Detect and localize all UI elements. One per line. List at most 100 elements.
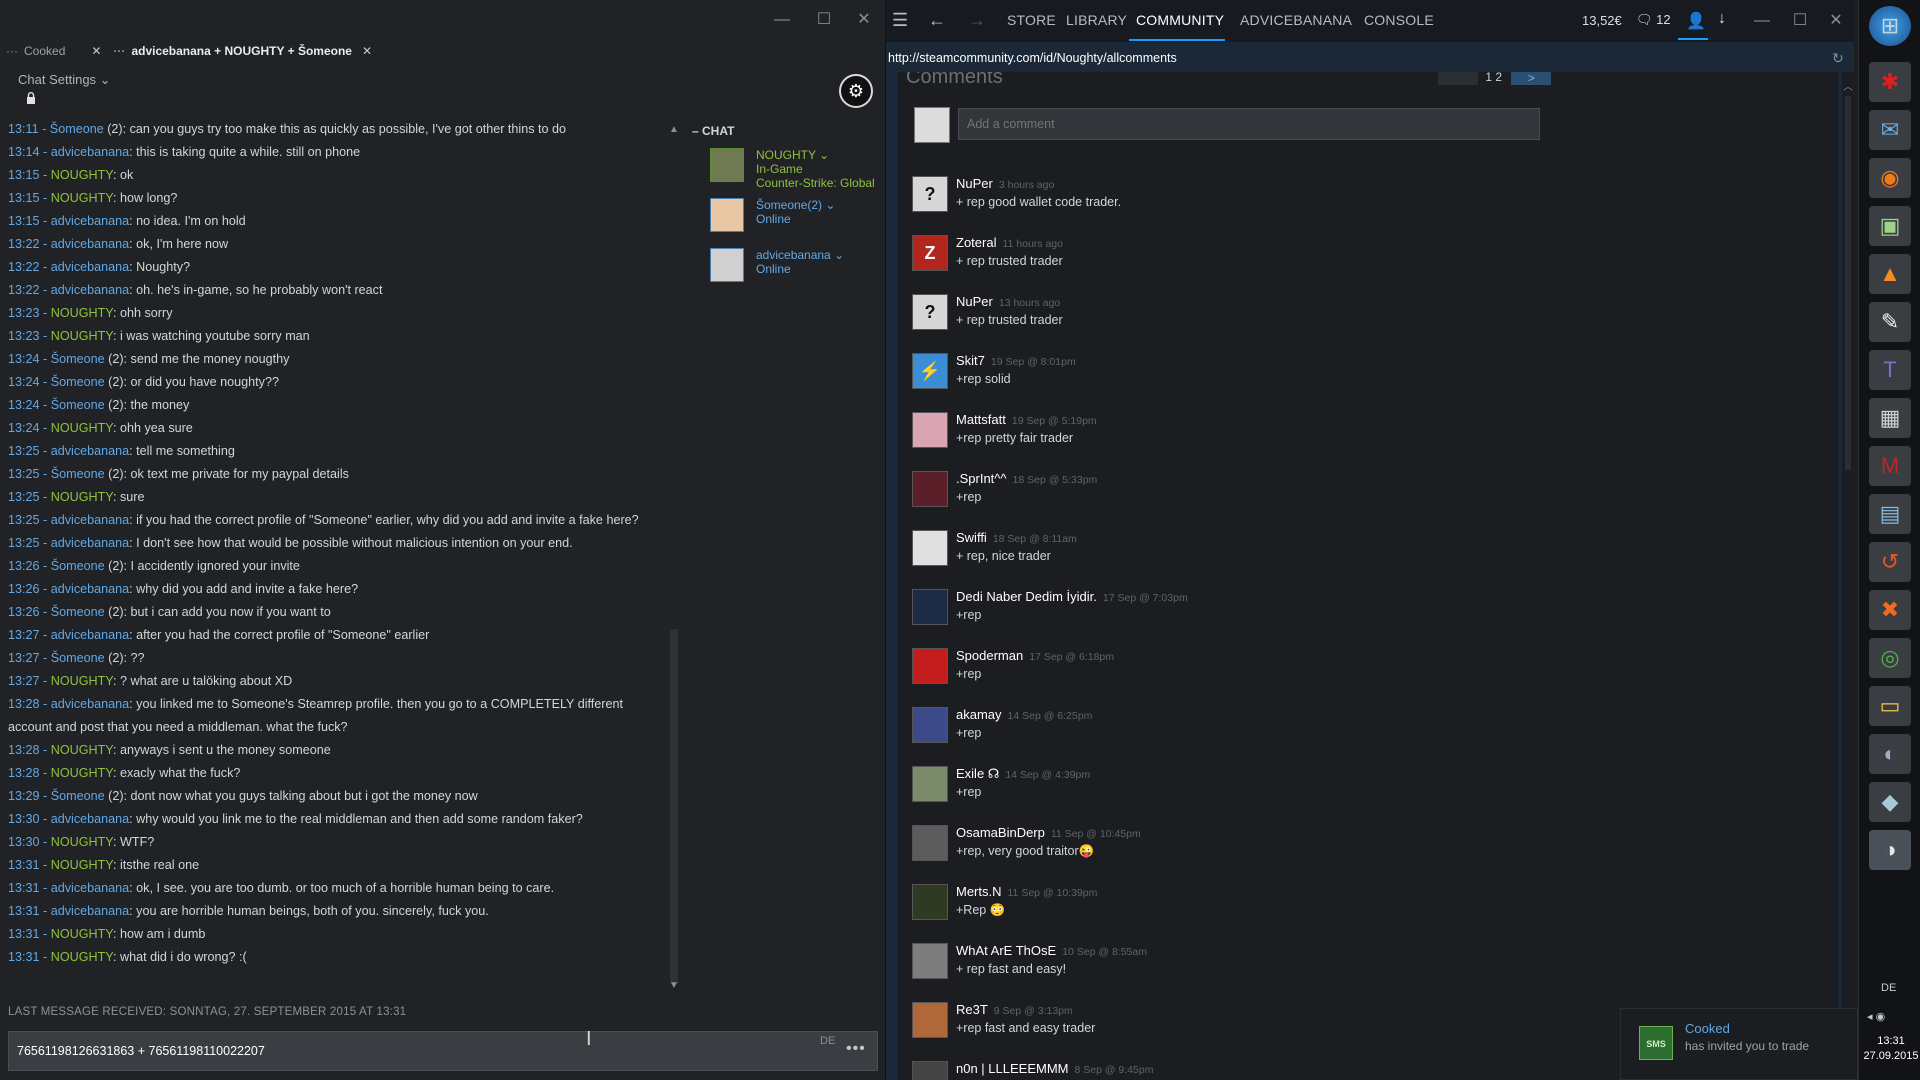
message-sender[interactable]: Šomeone — [51, 651, 105, 665]
comment-author[interactable]: OsamaBinDerp 11 Sep @ 10:45pm — [956, 825, 1141, 840]
tab-close-icon[interactable]: ✕ — [362, 44, 372, 58]
maximize-icon[interactable]: ☐ — [1788, 9, 1812, 33]
qr-icon[interactable]: ▦ — [1869, 398, 1911, 438]
message-sender[interactable]: Šomeone — [51, 605, 105, 619]
chevron-down-icon[interactable]: ⌄ — [834, 248, 844, 262]
sync-icon[interactable]: ↺ — [1869, 542, 1911, 582]
comment-author[interactable]: .SprInt^^ 18 Sep @ 5:33pm — [956, 471, 1097, 486]
reload-icon[interactable]: ↻ — [1832, 50, 1844, 67]
chevron-down-icon[interactable]: ⌄ — [825, 198, 835, 212]
forward-icon[interactable]: → — [968, 10, 986, 31]
comment-author[interactable]: Re3T 9 Sep @ 3:13pm — [956, 1002, 1073, 1017]
message-sender[interactable]: Šomeone — [51, 352, 105, 366]
nav-library[interactable]: LIBRARY — [1066, 12, 1127, 28]
avatar[interactable]: ? — [912, 176, 948, 212]
message-sender[interactable]: advicebanana — [51, 881, 129, 895]
message-sender[interactable]: NOUGHTY — [51, 421, 113, 435]
message-sender[interactable]: Šomeone — [50, 122, 104, 136]
message-sender[interactable]: NOUGHTY — [51, 168, 113, 182]
maximize-icon[interactable]: ☐ — [812, 8, 836, 32]
comment-author[interactable]: n0n | LLLEEEMMM 8 Sep @ 9:45pm — [956, 1061, 1153, 1076]
message-sender[interactable]: NOUGHTY — [51, 927, 113, 941]
notifications-button[interactable]: 🗨 12 — [1636, 12, 1671, 28]
downloads-icon[interactable]: ↓ — [1718, 10, 1726, 28]
steam-tray-icon[interactable]: ◉ — [1876, 1011, 1886, 1023]
message-sender[interactable]: advicebanana — [51, 237, 129, 251]
tab-group-chat[interactable]: ··· advicebanana + NOUGHTY + Šomeone ✕ — [107, 40, 378, 62]
avatar[interactable] — [912, 471, 948, 507]
clock[interactable]: 13:31 27.09.2015 — [1863, 1034, 1919, 1064]
comment-author[interactable]: Merts.N 11 Sep @ 10:39pm — [956, 884, 1097, 899]
keyboard-language[interactable]: DE — [1881, 982, 1896, 994]
close-icon[interactable]: ✕ — [852, 8, 876, 32]
page-scrollbar[interactable]: ︿ — [1842, 72, 1854, 1080]
avatar[interactable] — [912, 530, 948, 566]
message-sender[interactable]: advicebanana — [51, 283, 129, 297]
trade-invite-notification[interactable]: SMS Cooked has invited you to trade — [1620, 1008, 1858, 1080]
avatar[interactable] — [912, 707, 948, 743]
wallet-balance[interactable]: 13,52€ — [1582, 13, 1622, 28]
message-sender[interactable]: Šomeone — [51, 398, 105, 412]
message-sender[interactable]: Šomeone — [51, 467, 105, 481]
next-page-button[interactable]: > — [1511, 72, 1552, 85]
comment-author[interactable]: Skit7 19 Sep @ 8:01pm — [956, 353, 1076, 368]
steam-chat-icon[interactable]: ◐ — [1869, 734, 1911, 774]
comment-author[interactable]: WhAt ArE ThOsE 10 Sep @ 8:55am — [956, 943, 1147, 958]
scroll-thumb[interactable] — [1845, 96, 1851, 470]
message-scrollbar[interactable]: ▲ ▼ — [668, 124, 680, 992]
avatar[interactable] — [912, 412, 948, 448]
avatar[interactable] — [912, 943, 948, 979]
message-sender[interactable]: NOUGHTY — [51, 306, 113, 320]
comment-author[interactable]: Swiffi 18 Sep @ 8:11am — [956, 530, 1077, 545]
comment-author[interactable]: Mattsfatt 19 Sep @ 5:19pm — [956, 412, 1097, 427]
add-comment-input[interactable] — [958, 108, 1540, 140]
message-sender[interactable]: advicebanana — [51, 582, 129, 596]
gmail-icon[interactable]: M — [1869, 446, 1911, 486]
folder-icon[interactable]: ▭ — [1869, 686, 1911, 726]
message-sender[interactable]: advicebanana — [51, 444, 129, 458]
chevron-down-icon[interactable]: ⌄ — [819, 148, 829, 162]
scroll-up-icon[interactable]: ▲ — [668, 124, 680, 136]
message-sender[interactable]: advicebanana — [51, 260, 129, 274]
start-icon[interactable]: ⊞ — [1869, 6, 1911, 46]
message-sender[interactable]: NOUGHTY — [51, 743, 113, 757]
chat-message-input[interactable] — [8, 1031, 878, 1071]
message-sender[interactable]: advicebanana — [51, 145, 129, 159]
terminal-icon[interactable]: ▣ — [1869, 206, 1911, 246]
avatar[interactable]: Z — [912, 235, 948, 271]
tab-cooked[interactable]: ··· Cooked ✕ — [0, 40, 107, 62]
member-noughty[interactable]: NOUGHTY ⌄ In-Game Counter-Strike: Global — [690, 148, 886, 192]
comment-author[interactable]: NuPer 3 hours ago — [956, 176, 1054, 191]
message-sender[interactable]: NOUGHTY — [51, 858, 113, 872]
menu-icon[interactable]: ☰ — [892, 10, 908, 31]
vlc-icon[interactable]: ▲ — [1869, 254, 1911, 294]
page-numbers[interactable]: 1 2 — [1485, 72, 1502, 84]
chrome-icon[interactable]: ◎ — [1869, 638, 1911, 678]
message-sender[interactable]: advicebanana — [51, 904, 129, 918]
friends-icon[interactable]: 👤 — [1686, 11, 1706, 31]
member-someone[interactable]: Šomeone(2) ⌄ Online — [690, 198, 886, 242]
scroll-up-icon[interactable]: ︿ — [1843, 78, 1853, 93]
comment-author[interactable]: NuPer 13 hours ago — [956, 294, 1060, 309]
chat-members-header[interactable]: – CHAT — [692, 124, 886, 138]
message-sender[interactable]: advicebanana — [51, 214, 129, 228]
avatar[interactable] — [912, 825, 948, 861]
message-sender[interactable]: NOUGHTY — [51, 490, 113, 504]
minimize-icon[interactable]: — — [770, 8, 794, 32]
message-sender[interactable]: NOUGHTY — [51, 950, 113, 964]
url-bar[interactable]: http://steamcommunity.com/id/Noughty/all… — [886, 48, 1854, 72]
tab-menu-icon[interactable]: ··· — [113, 44, 125, 58]
thunderbird-icon[interactable]: ✉ — [1869, 110, 1911, 150]
member-advicebanana[interactable]: advicebanana ⌄ Online — [690, 248, 886, 292]
prev-page-button[interactable] — [1438, 72, 1478, 85]
gear-icon[interactable]: ⚙ — [839, 74, 873, 108]
avatar[interactable] — [912, 1061, 948, 1080]
avatar[interactable]: ⚡ — [912, 353, 948, 389]
avatar[interactable] — [912, 766, 948, 802]
message-sender[interactable]: Šomeone — [51, 559, 105, 573]
avatar[interactable] — [912, 1002, 948, 1038]
message-sender[interactable]: advicebanana — [51, 812, 129, 826]
calculator-icon[interactable]: ▤ — [1869, 494, 1911, 534]
firefox-icon[interactable]: ◉ — [1869, 158, 1911, 198]
comment-author[interactable]: akamay 14 Sep @ 6:25pm — [956, 707, 1092, 722]
